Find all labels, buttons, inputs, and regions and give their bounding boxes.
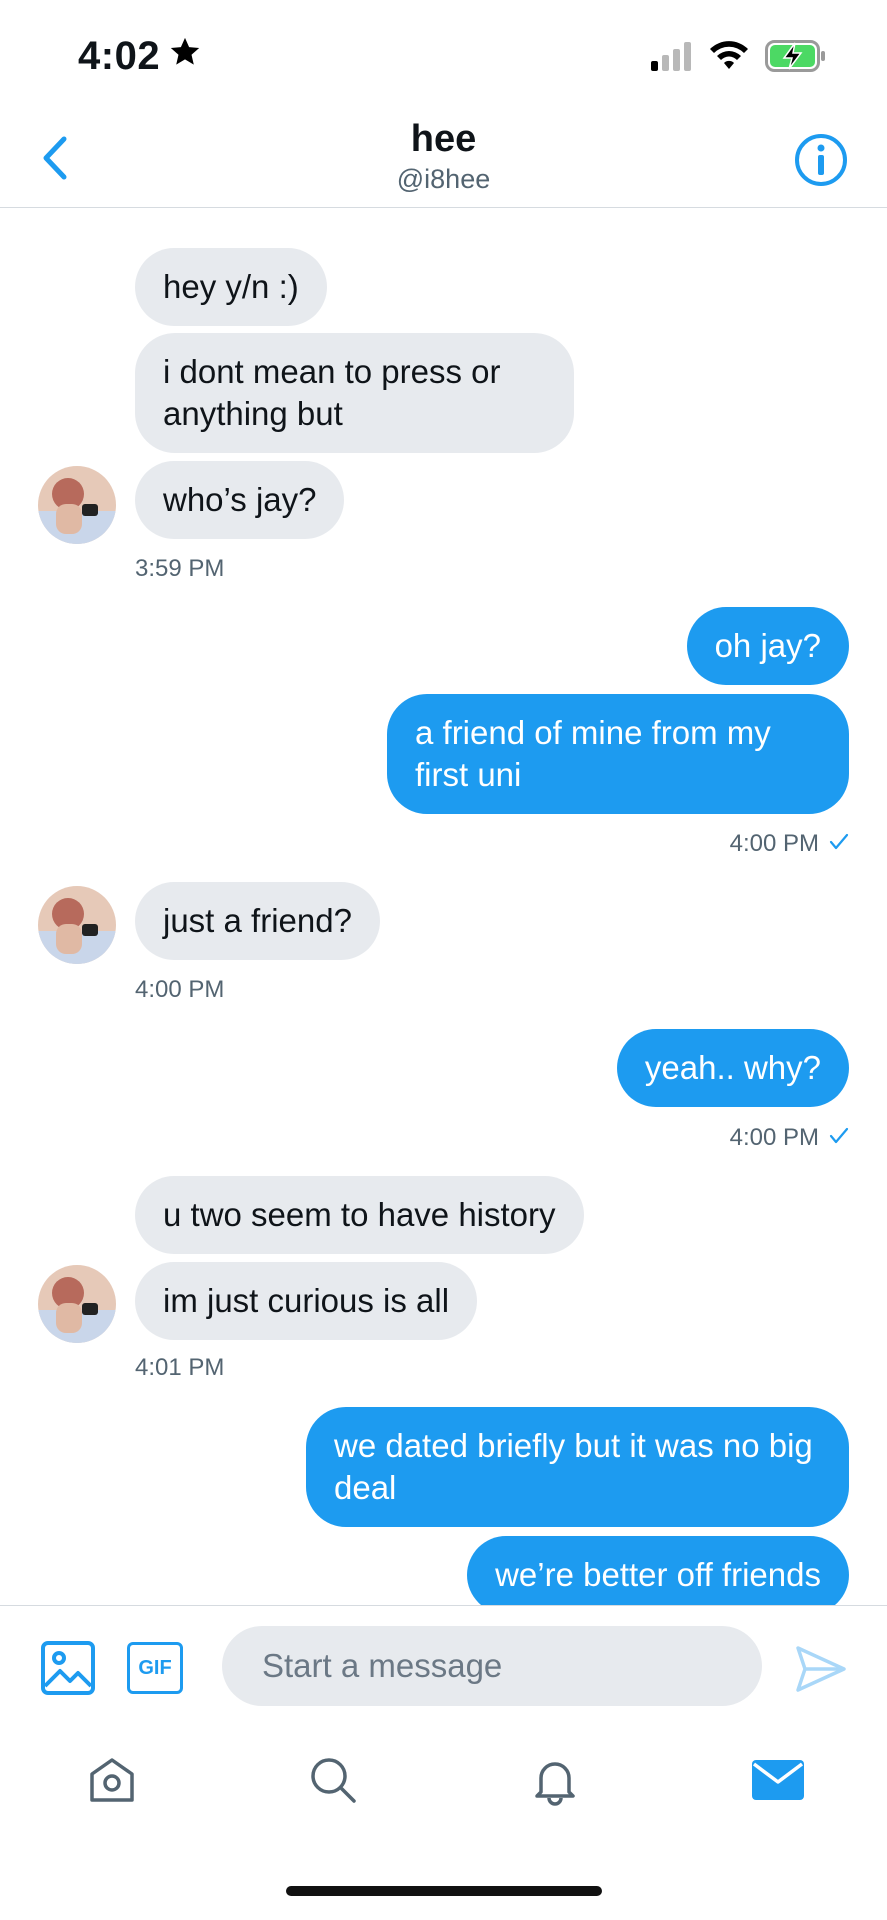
tab-notifications[interactable] bbox=[525, 1750, 585, 1810]
message-bubble-incoming[interactable]: hey y/n :) bbox=[135, 248, 327, 326]
send-button[interactable] bbox=[792, 1640, 850, 1698]
tab-messages[interactable] bbox=[748, 1750, 808, 1810]
status-bar: 4:02 bbox=[0, 0, 887, 110]
message-bubble-outgoing[interactable]: we dated briefly but it was no big deal bbox=[306, 1407, 849, 1527]
tab-home[interactable] bbox=[82, 1750, 142, 1810]
message-bubble-incoming[interactable]: just a friend? bbox=[135, 882, 380, 960]
home-indicator bbox=[286, 1886, 602, 1896]
avatar[interactable] bbox=[38, 886, 116, 964]
message-timestamp: 4:00 PM bbox=[729, 830, 819, 857]
message-bubble-incoming[interactable]: who’s jay? bbox=[135, 461, 345, 539]
cellular-signal-icon bbox=[651, 41, 693, 76]
message-timestamp-row: 4:00 PM bbox=[730, 830, 849, 858]
home-icon bbox=[90, 1758, 134, 1802]
bottom-tab-bar bbox=[0, 1725, 887, 1835]
info-icon bbox=[795, 134, 847, 186]
message-timestamp-row: 4:00 PM bbox=[730, 1124, 849, 1152]
checkmark-icon bbox=[829, 1124, 849, 1152]
location-star-icon bbox=[168, 34, 202, 79]
message-composer: GIF bbox=[0, 1605, 887, 1725]
wifi-icon bbox=[709, 41, 749, 76]
add-photo-button[interactable] bbox=[40, 1640, 96, 1696]
gif-button[interactable]: GIF bbox=[127, 1642, 183, 1694]
conversation-header: hee @i8hee bbox=[0, 110, 887, 208]
avatar[interactable] bbox=[38, 1265, 116, 1343]
message-bubble-incoming[interactable]: im just curious is all bbox=[135, 1262, 478, 1340]
image-icon bbox=[41, 1641, 95, 1695]
status-time: 4:02 bbox=[78, 34, 202, 79]
battery-charging-icon bbox=[765, 40, 827, 77]
message-timestamp: 3:59 PM bbox=[135, 555, 225, 582]
gif-icon: GIF bbox=[138, 1656, 172, 1679]
checkmark-icon bbox=[829, 830, 849, 858]
send-icon bbox=[796, 1646, 846, 1692]
contact-name: hee bbox=[410, 118, 477, 160]
message-bubble-outgoing[interactable]: we’re better off friends bbox=[467, 1536, 849, 1605]
contact-handle: @i8hee bbox=[396, 164, 491, 194]
message-input[interactable] bbox=[222, 1626, 762, 1706]
message-bubble-outgoing[interactable]: a friend of mine from my first uni bbox=[387, 694, 849, 814]
message-timestamp: 4:00 PM bbox=[135, 976, 225, 1003]
bell-icon bbox=[535, 1762, 575, 1806]
message-list: hey y/n :) i dont mean to press or anyth… bbox=[0, 209, 887, 1605]
message-timestamp: 4:01 PM bbox=[135, 1354, 225, 1381]
avatar[interactable] bbox=[38, 466, 116, 544]
status-icons bbox=[651, 40, 827, 77]
info-button[interactable] bbox=[793, 132, 849, 188]
message-bubble-outgoing[interactable]: yeah.. why? bbox=[616, 1029, 849, 1107]
message-timestamp: 4:00 PM bbox=[729, 1124, 819, 1151]
message-bubble-incoming[interactable]: i dont mean to press or anything but bbox=[135, 333, 574, 453]
search-icon bbox=[311, 1758, 356, 1803]
mail-icon bbox=[752, 1760, 804, 1800]
message-bubble-outgoing[interactable]: oh jay? bbox=[686, 607, 849, 685]
tab-search[interactable] bbox=[303, 1750, 363, 1810]
message-bubble-incoming[interactable]: u two seem to have history bbox=[135, 1176, 584, 1254]
